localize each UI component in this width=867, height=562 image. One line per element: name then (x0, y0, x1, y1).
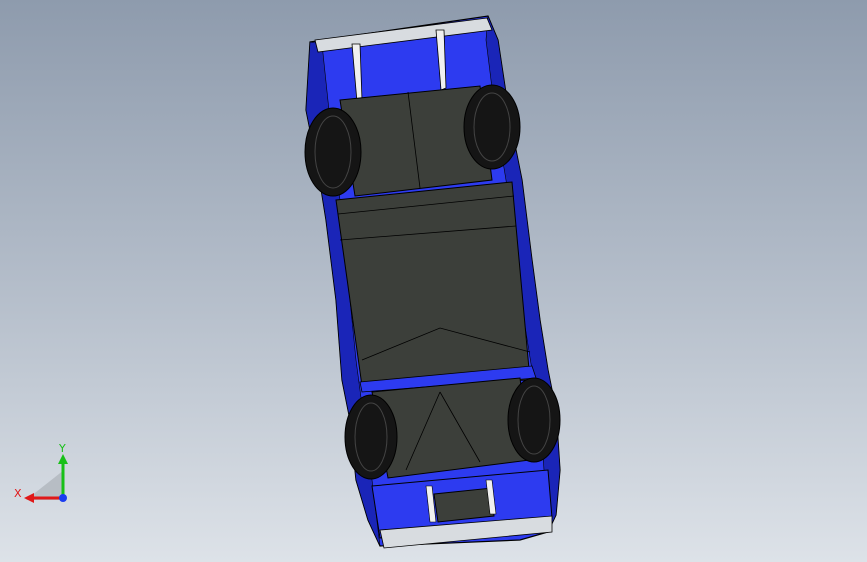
y-axis-label: Y (58, 442, 66, 455)
front-right-tire (507, 377, 561, 463)
x-axis-label: X (14, 487, 22, 500)
x-axis-arrowhead (24, 493, 34, 503)
car-model[interactable] (0, 0, 867, 562)
y-axis-arrowhead (58, 454, 68, 464)
rear-right-tire (463, 84, 521, 170)
front-intake (433, 487, 495, 523)
front-left-tire (344, 394, 398, 480)
graphics-viewport[interactable]: Y X (0, 0, 867, 562)
z-axis-dot (59, 494, 67, 502)
axis-triad: Y X (14, 442, 68, 503)
rear-left-tire (304, 107, 362, 197)
center-floor (335, 181, 531, 387)
